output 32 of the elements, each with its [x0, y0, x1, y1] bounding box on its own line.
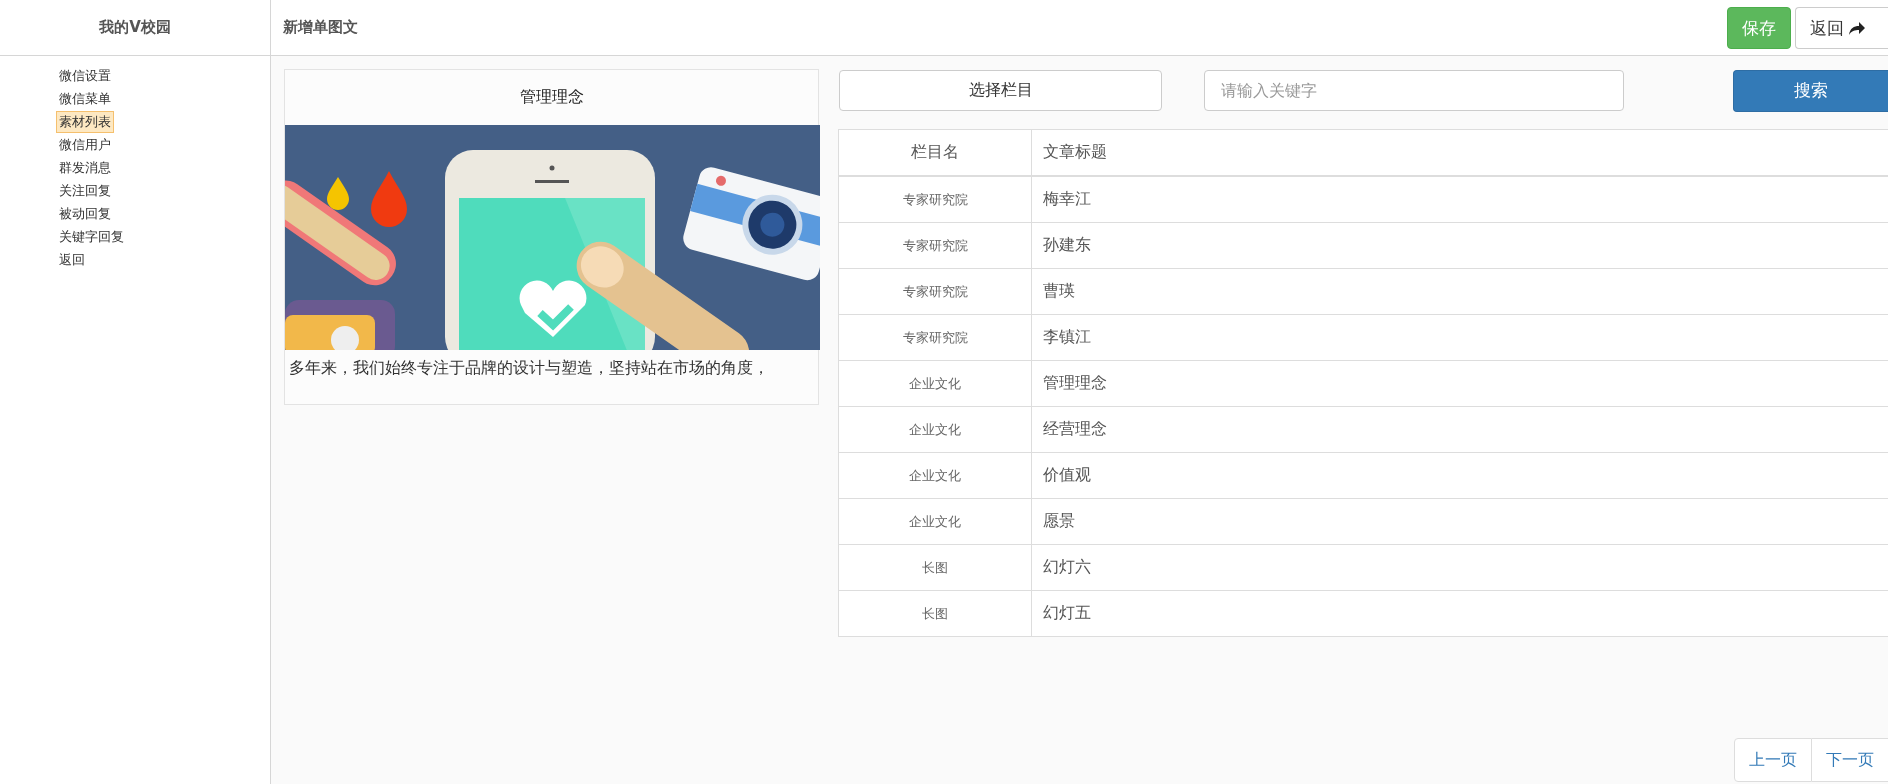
article-summary: 多年来，我们始终专注于品牌的设计与塑造，坚持站在市场的角度，	[288, 357, 770, 379]
sidebar-item[interactable]: 返回	[56, 249, 88, 271]
back-button[interactable]: 返回	[1795, 7, 1888, 49]
category-cell: 企业文化	[838, 452, 1032, 499]
keyword-search-field[interactable]: 请输入关键字	[1204, 70, 1624, 111]
app-title: 我的V校园	[99, 18, 171, 37]
category-cell: 专家研究院	[838, 222, 1032, 269]
article-title: 管理理念	[519, 87, 584, 108]
category-cell: 专家研究院	[838, 268, 1032, 315]
sidebar-item[interactable]: 微信设置	[56, 65, 114, 87]
sidebar-item[interactable]: 素材列表	[56, 111, 114, 133]
sidebar-item[interactable]: 关注回复	[56, 180, 114, 202]
category-cell: 企业文化	[838, 498, 1032, 545]
category-cell: 企业文化	[838, 406, 1032, 453]
category-select-button[interactable]: 选择栏目	[839, 70, 1162, 111]
column-header: 文章标题	[1031, 129, 1888, 176]
category-cell: 长图	[838, 544, 1032, 591]
next-page-button[interactable]: 下一页	[1812, 738, 1888, 782]
sidebar-item[interactable]: 微信菜单	[56, 88, 114, 110]
column-header: 栏目名	[838, 129, 1032, 176]
category-cell: 专家研究院	[838, 314, 1032, 361]
share-arrow-icon	[1848, 20, 1866, 36]
sidebar-item[interactable]: 关键字回复	[56, 226, 127, 248]
previous-page-button[interactable]: 上一页	[1734, 738, 1812, 782]
sidebar-item[interactable]: 微信用户	[56, 134, 114, 156]
sidebar-item[interactable]: 群发消息	[56, 157, 114, 179]
category-cell: 企业文化	[838, 360, 1032, 407]
sidebar-item[interactable]: 被动回复	[56, 203, 114, 225]
category-cell: 专家研究院	[838, 176, 1032, 223]
category-cell: 长图	[838, 590, 1032, 637]
page-title: 新增单图文	[283, 18, 359, 37]
search-button[interactable]: 搜索	[1733, 69, 1888, 112]
